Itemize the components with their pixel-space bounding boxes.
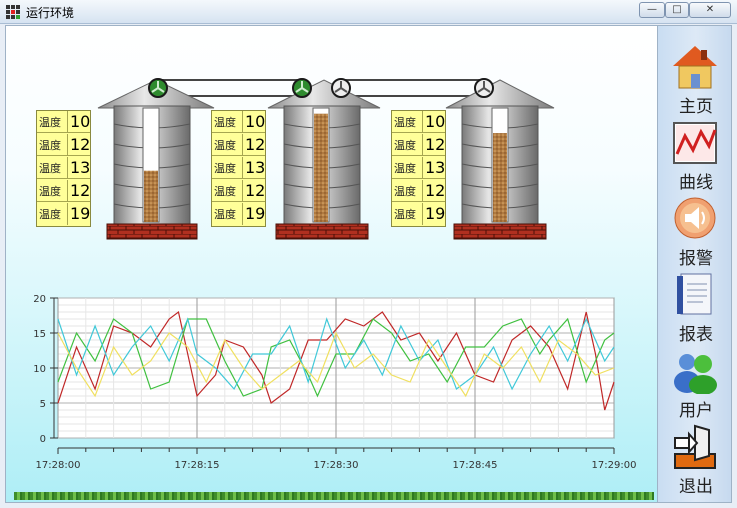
y-tick-label: 0 (40, 434, 46, 445)
x-tick-label: 17:29:00 (592, 460, 637, 471)
temperature-value: 10 (422, 111, 445, 133)
temperature-row: 温度 19 (394, 203, 446, 225)
temperature-row: 温度 12 (212, 180, 266, 202)
fan-icon (148, 78, 168, 98)
temperature-row: 温度 10 (212, 111, 266, 133)
silo-3-grain-level (493, 133, 507, 222)
nav-curve[interactable]: 曲线 (658, 116, 731, 193)
trend-chart: 0 5 10 15 20 17:28:00 17:28:15 17:28:30 17:28:45… (33, 294, 637, 471)
temperature-value: 19 (422, 203, 445, 225)
window-title: 运行环境 (26, 6, 75, 20)
temperature-row: 温度 13 (37, 157, 91, 179)
users-icon (674, 354, 717, 394)
x-tick-label: 17:28:30 (314, 460, 359, 471)
nav-exit[interactable]: 退出 (658, 420, 731, 497)
nav-report[interactable]: 报表 (658, 268, 731, 345)
temperature-row: 温度 12 (37, 134, 91, 156)
temperature-value: 12 (422, 134, 445, 156)
nav-alarm[interactable]: 报警 (658, 192, 731, 269)
minimize-button[interactable]: — (639, 2, 665, 18)
alarm-speaker-icon (674, 197, 716, 239)
x-tick-label: 17:28:00 (36, 460, 81, 471)
temperature-panel-2: 温度 10 温度 12 温度 13 温度 12 温度 19 (211, 110, 266, 227)
temperature-value: 13 (242, 157, 265, 179)
maximize-button[interactable]: □ (665, 2, 689, 18)
silo-2-grain-level (314, 113, 328, 222)
nav-users[interactable]: 用户 (658, 344, 731, 421)
home-icon (673, 46, 717, 89)
temperature-value: 19 (242, 203, 265, 225)
close-button[interactable]: ✕ (689, 2, 731, 18)
temperature-row: 温度 19 (39, 203, 91, 225)
temperature-value: 12 (67, 180, 90, 202)
y-tick-label: 5 (40, 399, 46, 410)
temperature-value: 10 (242, 111, 265, 133)
exit-icon (674, 424, 716, 469)
temperature-value: 12 (242, 180, 265, 202)
temperature-panel-1: 温度 10 温度 12 温度 13 温度 12 温度 19 (36, 110, 91, 227)
x-tick-label: 17:28:15 (175, 460, 220, 471)
temperature-value: 13 (422, 157, 445, 179)
temperature-row: 温度 12 (212, 134, 266, 156)
temperature-row: 温度 19 (214, 203, 266, 225)
temperature-value: 19 (67, 203, 90, 225)
fan-icon (292, 78, 312, 98)
temperature-value: 12 (67, 134, 90, 156)
curve-chart-icon (673, 122, 717, 164)
fan-icon (331, 78, 351, 98)
temperature-value: 10 (67, 111, 90, 133)
temperature-row: 温度 10 (37, 111, 91, 133)
fan-icon (474, 78, 494, 98)
temperature-row: 温度 12 (392, 134, 446, 156)
temperature-value: 12 (242, 134, 265, 156)
temperature-value: 12 (422, 180, 445, 202)
silo-scene (97, 78, 555, 240)
temperature-row: 温度 10 (392, 111, 446, 133)
temperature-row: 温度 12 (392, 180, 446, 202)
temperature-row: 温度 13 (392, 157, 446, 179)
temperature-value: 13 (67, 157, 90, 179)
temperature-row: 温度 12 (37, 180, 91, 202)
nav-home[interactable]: 主页 (658, 40, 731, 117)
sidebar: 主页 曲线 报警 报表 用户 退出 (657, 26, 731, 502)
temperature-row: 温度 13 (212, 157, 266, 179)
silo-1-grain-level (144, 170, 158, 222)
client-area: 温度 10 温度 12 温度 13 温度 12 温度 19 温度 10 温度 12 温度 13 … (5, 25, 732, 503)
temperature-panel-3: 温度 10 温度 12 温度 13 温度 12 温度 19 (391, 110, 446, 227)
y-tick-label: 20 (33, 294, 46, 305)
y-tick-label: 10 (33, 364, 46, 375)
app-icon (6, 5, 20, 19)
y-tick-label: 15 (33, 329, 46, 340)
x-tick-label: 17:28:45 (453, 460, 498, 471)
grass-strip (14, 492, 654, 500)
title-bar: 运行环境 — □ ✕ (0, 0, 737, 24)
report-icon (677, 273, 712, 315)
